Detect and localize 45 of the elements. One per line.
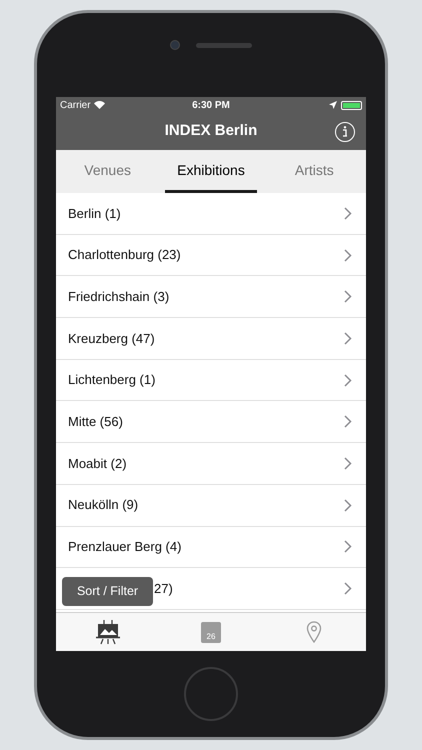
chevron-icon — [344, 415, 352, 428]
list-row[interactable]: Prenzlauer Berg (4) — [56, 526, 366, 568]
list-row[interactable]: Lichtenberg (1) — [56, 360, 366, 402]
row-label: Mitte (56) — [68, 413, 123, 432]
chevron-icon — [344, 332, 352, 345]
row-label: Friedrichshain (3) — [68, 288, 170, 306]
chevron-icon — [344, 498, 352, 512]
status-time: 6:30 PM — [192, 98, 230, 112]
row-label: Moabit (2) — [68, 454, 127, 473]
chevron-icon — [344, 290, 352, 304]
wifi-icon — [94, 101, 105, 109]
camera-icon — [170, 40, 180, 50]
row-label: Prenzlauer Berg (4) — [68, 538, 182, 556]
row-label: Kreuzberg (47) — [68, 330, 155, 348]
chevron-icon — [344, 206, 352, 220]
segment-tab[interactable]: Exhibitions — [165, 150, 257, 193]
battery-icon — [340, 100, 362, 110]
easel-icon[interactable] — [94, 619, 121, 645]
list-row[interactable]: Moabit (2) — [56, 443, 366, 485]
list-row[interactable]: Neukölln (9) — [56, 484, 366, 526]
location-arrow-icon — [328, 101, 337, 109]
chevron-icon — [344, 540, 352, 554]
chevron-icon — [344, 374, 352, 387]
sort-filter-button[interactable]: Sort / Filter — [62, 577, 153, 606]
row-label: Charlottenburg (23) — [68, 246, 181, 264]
row-label: Lichtenberg (1) — [68, 371, 156, 390]
list-row[interactable]: Friedrichshain (3) — [56, 276, 366, 318]
row-label: Berlin (1) — [68, 204, 121, 223]
info-button[interactable] — [335, 122, 355, 142]
row-label: 27) — [154, 580, 173, 598]
list-row[interactable]: Berlin (1) — [56, 193, 366, 235]
carrier-label: Carrier — [60, 98, 91, 112]
chevron-icon — [344, 456, 352, 470]
speaker-icon — [196, 42, 252, 48]
nav-title: INDEX Berlin — [164, 121, 258, 142]
location-pin-icon[interactable] — [306, 621, 322, 643]
info-icon — [342, 126, 348, 137]
list-row[interactable]: Kreuzberg (47) — [56, 318, 366, 360]
list-row[interactable]: Charlottenburg (23) — [56, 234, 366, 276]
segment-tab[interactable]: Venues — [62, 150, 154, 193]
row-label: Neukölln (9) — [68, 496, 138, 514]
list-row[interactable]: Mitte (56) — [56, 401, 366, 444]
segment-tab[interactable]: Artists — [268, 150, 360, 193]
chevron-icon — [344, 582, 352, 596]
chevron-icon — [344, 248, 352, 262]
